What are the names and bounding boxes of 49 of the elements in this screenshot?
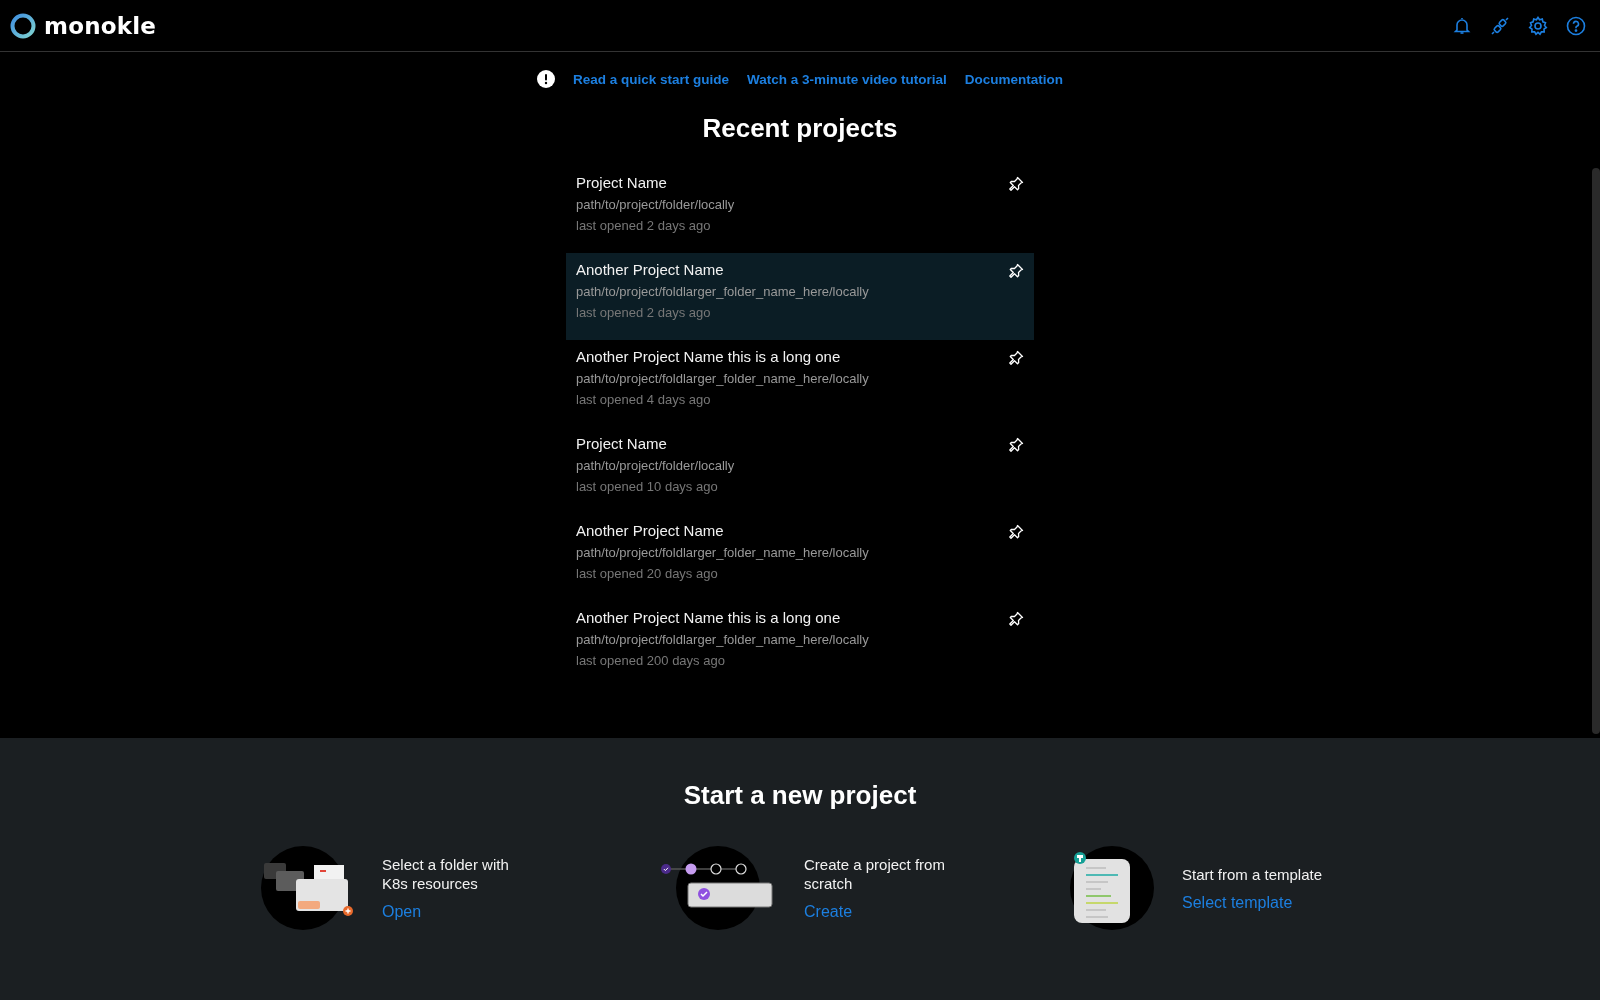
last-opened-text: last opened 2 days ago bbox=[576, 218, 712, 233]
notifications-bell-icon[interactable] bbox=[1452, 15, 1472, 36]
project-name: Project Name bbox=[576, 435, 668, 452]
project-list-item[interactable]: Project Name path/to/project/folder/locally last opened 2 days ago bbox=[566, 166, 1034, 253]
plug-icon[interactable] bbox=[1490, 15, 1510, 36]
last-opened-text: last opened 20 days ago bbox=[576, 566, 719, 581]
settings-icon[interactable] bbox=[1528, 15, 1548, 36]
project-list-item[interactable]: Another Project Name path/to/project/foldlarger_folder_name_here/locally last opened 2 days ago bbox=[566, 253, 1034, 340]
option-action-link[interactable]: Create bbox=[804, 903, 954, 921]
help-link[interactable]: Watch a 3-minute video tutorial bbox=[747, 71, 947, 87]
project-name: Another Project Name this is a long one bbox=[576, 348, 842, 365]
project-list-item[interactable]: Another Project Name this is a long one path/to/project/foldlarger_folder_name_here/locally last opened 200 days ago bbox=[566, 601, 1034, 688]
project-name: Project Name bbox=[576, 174, 668, 191]
info-exclamation-icon bbox=[536, 70, 555, 88]
project-list-item[interactable]: Another Project Name path/to/project/foldlarger_folder_name_here/locally last opened 20 days ago bbox=[566, 514, 1034, 601]
pin-icon[interactable] bbox=[1008, 263, 1024, 279]
project-path: path/to/project/folder/locally bbox=[576, 197, 735, 212]
last-opened-text: last opened 4 days ago bbox=[576, 392, 712, 407]
pin-icon[interactable] bbox=[1008, 611, 1024, 627]
help-icon[interactable] bbox=[1566, 15, 1586, 36]
last-opened-text: last opened 2 days ago bbox=[576, 305, 712, 320]
help-link[interactable]: Read a quick start guide bbox=[572, 71, 729, 87]
option-action-link[interactable]: Open bbox=[382, 903, 532, 921]
project-path: path/to/project/foldlarger_folder_name_here/locally bbox=[576, 545, 869, 560]
option-description: Create a project from scratch bbox=[804, 855, 946, 893]
project-list-item[interactable]: Another Project Name this is a long one path/to/project/foldlarger_folder_name_here/locally last opened 4 days ago bbox=[566, 340, 1034, 427]
project-name: Another Project Name this is a long one bbox=[576, 609, 842, 626]
app-logo-text: monokle bbox=[44, 12, 157, 39]
pin-icon[interactable] bbox=[1008, 524, 1024, 540]
project-path: path/to/project/foldlarger_folder_name_here/locally bbox=[576, 371, 869, 386]
project-name: Another Project Name bbox=[576, 261, 725, 278]
project-path: path/to/project/foldlarger_folder_name_here/locally bbox=[576, 284, 869, 299]
option-description: Start from a template bbox=[1182, 864, 1324, 884]
option-description: Select a folder with K8s resources bbox=[382, 855, 510, 893]
pin-icon[interactable] bbox=[1008, 350, 1024, 366]
scrollbar-thumb[interactable] bbox=[1592, 168, 1600, 734]
help-link[interactable]: Documentation bbox=[964, 71, 1064, 87]
logo-ring-icon bbox=[10, 12, 36, 39]
new-project-heading: Start a new project bbox=[683, 780, 917, 811]
project-path: path/to/project/folder/locally bbox=[576, 458, 735, 473]
last-opened-text: last opened 10 days ago bbox=[576, 479, 719, 494]
pin-icon[interactable] bbox=[1008, 176, 1024, 192]
recent-projects-heading: Recent projects bbox=[702, 113, 898, 144]
project-path: path/to/project/foldlarger_folder_name_here/locally bbox=[576, 632, 869, 647]
project-name: Another Project Name bbox=[576, 522, 725, 539]
option-action-link[interactable]: Select template bbox=[1182, 893, 1332, 912]
project-list-item[interactable]: Project Name path/to/project/folder/locally last opened 10 days ago bbox=[566, 427, 1034, 514]
last-opened-text: last opened 200 days ago bbox=[576, 653, 726, 668]
pin-icon[interactable] bbox=[1008, 437, 1024, 453]
